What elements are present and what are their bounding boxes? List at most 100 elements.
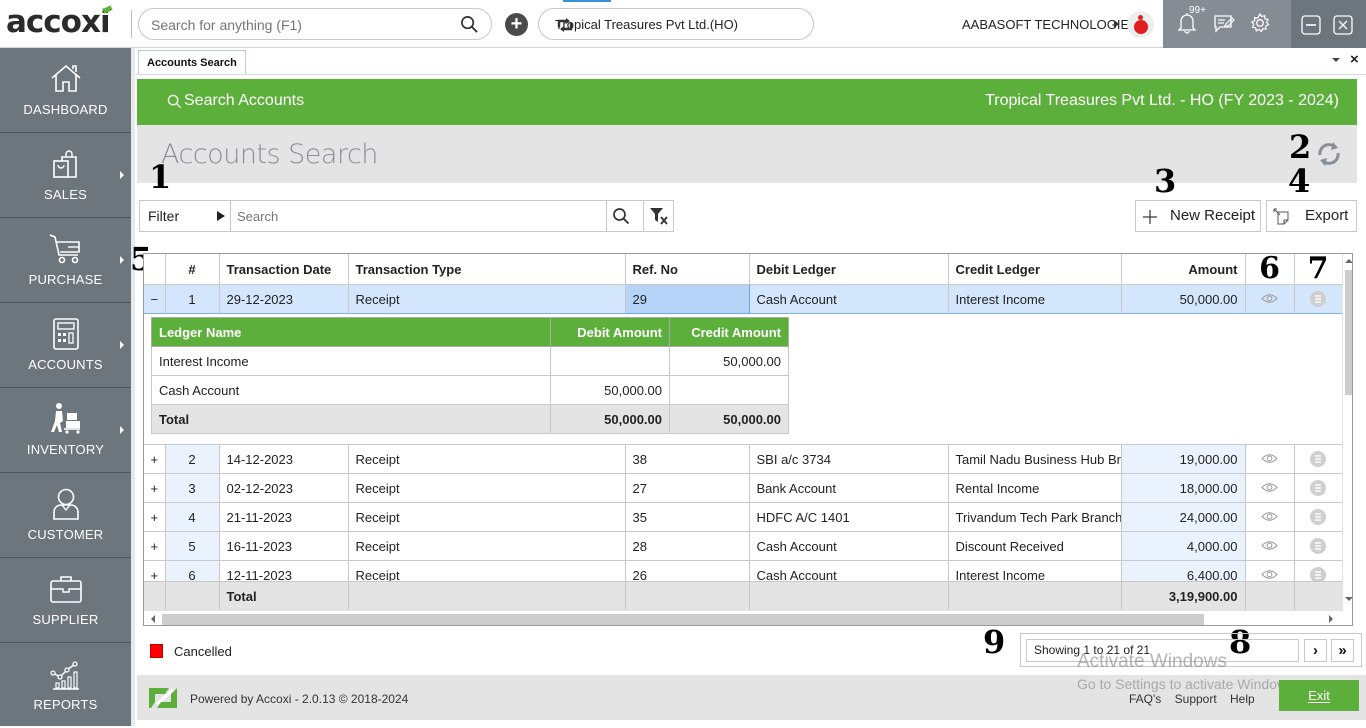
search-input[interactable] bbox=[237, 207, 597, 225]
sidebar-item-dashboard[interactable]: DASHBOARD bbox=[0, 48, 131, 133]
col-header-no[interactable]: # bbox=[164, 254, 220, 285]
sidebar-item-label: INVENTORY bbox=[26, 442, 105, 457]
sidebar-item-reports[interactable]: REPORTS bbox=[0, 643, 131, 728]
sidebar-item-customer[interactable]: CUSTOMER bbox=[0, 473, 131, 558]
eye-icon[interactable] bbox=[1261, 481, 1278, 496]
cancel-icon[interactable] bbox=[1310, 291, 1326, 308]
table-row[interactable]: +5 16-11-2023 Receipt 28 Cash Account Discoun… bbox=[144, 531, 1343, 561]
last-page-button[interactable]: » bbox=[1331, 639, 1354, 662]
cancel-icon[interactable] bbox=[1310, 538, 1326, 555]
cancelled-legend-label: Cancelled bbox=[174, 644, 232, 659]
faq-link[interactable]: FAQ's bbox=[1129, 692, 1161, 706]
cancel-cell bbox=[1293, 531, 1343, 561]
exit-button[interactable]: Exit bbox=[1279, 680, 1359, 711]
shopping-bag-icon bbox=[53, 150, 77, 178]
sidebar-item-purchase[interactable]: PURCHASE bbox=[0, 218, 131, 303]
search-icon[interactable] bbox=[460, 15, 479, 39]
detail-row: Cash Account 50,000.00 bbox=[151, 375, 789, 405]
help-link[interactable]: Help bbox=[1230, 692, 1255, 706]
ref-no: 27 bbox=[624, 473, 750, 503]
company-selector[interactable]: Tropical Treasures Pvt Ltd.(HO) bbox=[538, 8, 814, 40]
next-page-button[interactable]: › bbox=[1304, 639, 1327, 662]
caret-right-icon[interactable] bbox=[217, 211, 225, 221]
scroll-up-icon[interactable] bbox=[1345, 258, 1353, 264]
detail-col-ledger: Ledger Name bbox=[151, 317, 551, 347]
expander-toggle[interactable]: + bbox=[144, 502, 166, 532]
callout-6: 6 bbox=[1259, 254, 1280, 285]
vertical-scrollbar[interactable] bbox=[1342, 254, 1353, 611]
accoxi-logo[interactable]: accoxi bbox=[6, 4, 111, 40]
clear-filter-button[interactable] bbox=[643, 200, 674, 232]
switch-company-icon[interactable] bbox=[555, 15, 803, 38]
home-icon bbox=[51, 64, 81, 92]
user-avatar[interactable] bbox=[1127, 11, 1154, 38]
tab-accounts-search[interactable]: Accounts Search bbox=[138, 50, 246, 75]
cancel-icon[interactable] bbox=[1310, 480, 1326, 497]
global-search[interactable] bbox=[138, 8, 492, 40]
empty-cell bbox=[347, 581, 626, 611]
col-header-type[interactable]: Transaction Type bbox=[347, 254, 626, 285]
eye-icon[interactable] bbox=[1261, 292, 1278, 307]
empty-cell bbox=[947, 581, 1122, 611]
scroll-right-icon[interactable] bbox=[1328, 615, 1334, 623]
table-row[interactable]: −1 29-12-2023 Receipt 29 Cash Account Interes… bbox=[144, 284, 1343, 314]
detail-col-credit: Credit Amount bbox=[669, 317, 789, 347]
expander-toggle[interactable]: − bbox=[144, 284, 166, 314]
support-link[interactable]: Support bbox=[1175, 692, 1217, 706]
col-header-date[interactable]: Transaction Date bbox=[218, 254, 349, 285]
ledger-detail-table: Ledger Name Debit Amount Credit Amount I… bbox=[151, 317, 789, 434]
col-header-debit[interactable]: Debit Ledger bbox=[748, 254, 949, 285]
sidebar-item-label: DASHBOARD bbox=[23, 102, 108, 117]
sidebar-item-accounts[interactable]: ACCOUNTS bbox=[0, 303, 131, 388]
caret-right-icon[interactable] bbox=[1114, 20, 1119, 28]
vertical-scroll-thumb[interactable] bbox=[1345, 270, 1352, 395]
organization-name[interactable]: AABASOFT TECHNOLOGIES bbox=[962, 17, 1138, 32]
filter-dropdown[interactable]: Filter bbox=[148, 208, 179, 224]
eye-icon[interactable] bbox=[1261, 539, 1278, 554]
cancel-cell bbox=[1293, 502, 1343, 532]
transaction-type: Receipt bbox=[347, 473, 626, 503]
callout-7: 7 bbox=[1307, 254, 1329, 285]
export-button[interactable]: Export bbox=[1266, 200, 1357, 232]
col-header-ref[interactable]: Ref. No bbox=[624, 254, 750, 285]
message-icon[interactable] bbox=[1213, 14, 1235, 39]
sidebar-item-inventory[interactable]: INVENTORY bbox=[0, 388, 131, 473]
close-icon[interactable] bbox=[1333, 15, 1353, 40]
search-icon[interactable] bbox=[612, 207, 630, 225]
gear-icon[interactable] bbox=[1249, 12, 1271, 39]
tab-list-dropdown-icon[interactable] bbox=[1332, 58, 1340, 62]
eye-icon[interactable] bbox=[1261, 510, 1278, 525]
scroll-down-icon[interactable] bbox=[1345, 596, 1353, 602]
sidebar-item-supplier[interactable]: SUPPLIER bbox=[0, 558, 131, 643]
table-row[interactable]: +2 14-12-2023 Receipt 38 SBI a/c 3734 Tamil N… bbox=[144, 444, 1343, 474]
global-search-input[interactable] bbox=[151, 15, 451, 35]
sidebar-item-sales[interactable]: SALES bbox=[0, 133, 131, 218]
caret-right-icon bbox=[120, 256, 124, 264]
expander-toggle[interactable]: + bbox=[144, 531, 166, 561]
total-label: Total bbox=[218, 581, 349, 611]
close-tab-icon[interactable]: × bbox=[1350, 51, 1359, 68]
clear-filter-icon bbox=[650, 208, 668, 225]
cancel-icon[interactable] bbox=[1310, 451, 1326, 468]
bell-icon[interactable] bbox=[1177, 12, 1197, 39]
refresh-icon[interactable] bbox=[1315, 139, 1343, 169]
horizontal-scroll-thumb[interactable] bbox=[162, 614, 1204, 625]
horizontal-scrollbar[interactable] bbox=[144, 610, 1342, 625]
col-header-credit[interactable]: Credit Ledger bbox=[947, 254, 1122, 285]
detail-total-row: Total 50,000.00 50,000.00 bbox=[151, 404, 789, 434]
add-icon[interactable]: + bbox=[505, 13, 528, 36]
scroll-left-icon[interactable] bbox=[150, 615, 156, 623]
new-receipt-button[interactable]: New Receipt bbox=[1135, 200, 1261, 232]
table-row[interactable]: +3 02-12-2023 Receipt 27 Bank Account Rental … bbox=[144, 473, 1343, 503]
col-header-amount[interactable]: Amount bbox=[1120, 254, 1246, 285]
cancelled-legend-swatch bbox=[150, 644, 163, 658]
search-icon bbox=[167, 94, 182, 109]
detail-total-debit: 50,000.00 bbox=[550, 404, 670, 434]
minimize-icon[interactable] bbox=[1301, 15, 1321, 40]
expander-toggle[interactable]: + bbox=[144, 473, 166, 503]
cancel-icon[interactable] bbox=[1310, 509, 1326, 526]
table-row[interactable]: +4 21-11-2023 Receipt 35 HDFC A/C 1401 Trivan… bbox=[144, 502, 1343, 532]
expander-toggle[interactable]: + bbox=[144, 444, 166, 474]
empty-cell bbox=[748, 581, 949, 611]
eye-icon[interactable] bbox=[1261, 452, 1278, 467]
